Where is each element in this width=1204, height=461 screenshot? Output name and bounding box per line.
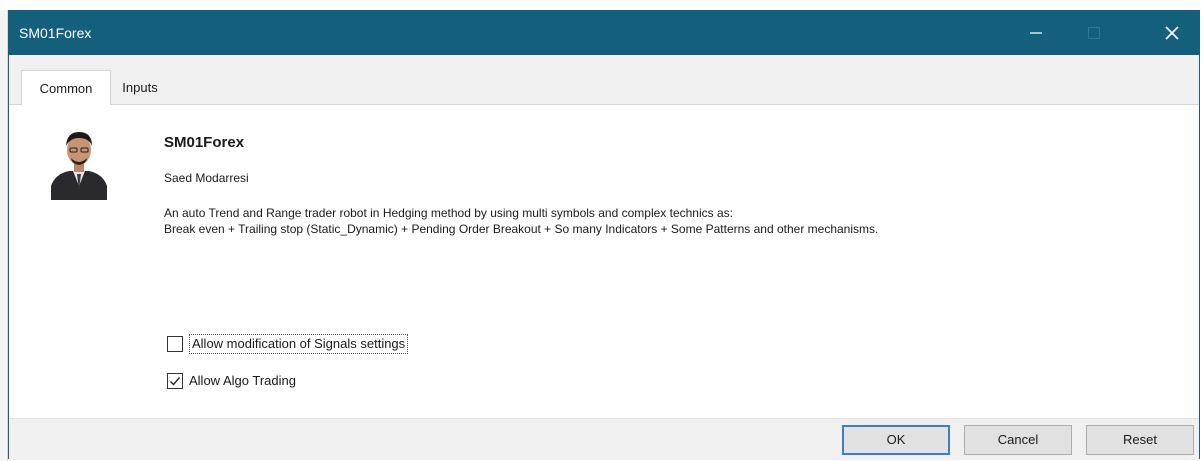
close-icon <box>1165 26 1179 40</box>
allow-algo-checkbox-row[interactable]: Allow Algo Trading <box>167 370 296 392</box>
tab-strip <box>9 55 1199 105</box>
minimize-icon <box>1030 32 1042 34</box>
expert-author: Saed Modarresi <box>164 171 249 185</box>
tab-inputs[interactable]: Inputs <box>109 70 171 105</box>
maximize-button[interactable] <box>1071 11 1117 55</box>
allow-signals-checkbox[interactable] <box>167 336 183 352</box>
tab-divider <box>9 104 1199 105</box>
expert-description: An auto Trend and Range trader robot in … <box>164 205 1184 237</box>
tab-common[interactable]: Common <box>21 70 111 105</box>
allow-signals-label[interactable]: Allow modification of Signals settings <box>189 334 409 354</box>
checkmark-icon <box>170 377 181 386</box>
window-title: SM01Forex <box>19 25 92 41</box>
description-line-1: An auto Trend and Range trader robot in … <box>164 206 733 220</box>
reset-button[interactable]: Reset <box>1086 425 1194 455</box>
close-button[interactable] <box>1149 11 1195 55</box>
maximize-icon <box>1088 27 1100 39</box>
expert-properties-dialog: SM01Forex Common Inputs SM01Forex Saed M… <box>8 10 1200 460</box>
cancel-button[interactable]: Cancel <box>964 425 1072 455</box>
ok-button[interactable]: OK <box>842 425 950 455</box>
description-line-2: Break even + Trailing stop (Static_Dynam… <box>164 222 879 236</box>
allow-algo-label[interactable]: Allow Algo Trading <box>189 372 296 390</box>
allow-signals-checkbox-row[interactable]: Allow modification of Signals settings <box>167 333 409 355</box>
title-bar[interactable]: SM01Forex <box>9 11 1199 55</box>
allow-algo-checkbox[interactable] <box>167 373 183 389</box>
background-window-edge <box>0 10 8 461</box>
expert-name: SM01Forex <box>164 134 245 151</box>
minimize-button[interactable] <box>1013 11 1059 55</box>
author-avatar <box>45 124 113 200</box>
